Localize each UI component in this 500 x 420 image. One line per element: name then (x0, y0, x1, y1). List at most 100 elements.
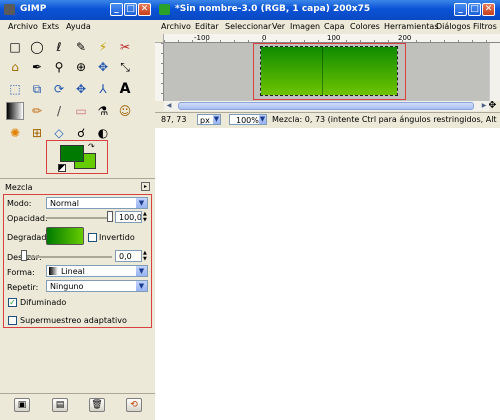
text-icon[interactable]: A (116, 80, 134, 98)
opacity-spin-icon[interactable]: ▲ ▼ (143, 211, 149, 223)
swap-colors-icon[interactable]: ↷ (88, 142, 95, 151)
measure-icon[interactable]: ⊕ (72, 58, 90, 76)
menu-filtros[interactable]: Filtros (473, 22, 497, 31)
tool-grid: □ ◯ ℓ ✎ ⚡ ✂ ⌂ ✒ ⚲ ⊕ ✥ ⤡ ⬚ ⧉ ⟳ ✥ ⅄ A ▣ ✏ … (0, 36, 155, 146)
opacity-label: Opacidad: (7, 214, 48, 223)
minimize-icon[interactable]: _ (110, 3, 123, 16)
options-menu-icon[interactable]: ▸ (141, 182, 150, 191)
ruler-corner[interactable] (155, 34, 164, 43)
menu-exts[interactable]: Exts (42, 22, 59, 31)
scissors-icon[interactable]: ✂ (116, 38, 134, 56)
default-colors-icon[interactable] (58, 164, 66, 172)
color-select-icon[interactable]: ⚡ (94, 38, 112, 56)
gradient-preview-button[interactable] (46, 227, 84, 245)
perspective-icon[interactable]: ✥ (72, 80, 90, 98)
navigate-icon[interactable]: ✥ (488, 101, 500, 111)
eraser-icon[interactable]: ▭ (72, 102, 90, 120)
status-message: Mezcla: 0, 73 (intente Ctrl para ángulos… (272, 115, 498, 124)
mode-label: Modo: (7, 199, 32, 208)
vertical-ruler[interactable] (155, 43, 164, 101)
toolbox-window: GIMP _ □ ✕ Archivo Exts Ayuda □ ◯ ℓ ✎ ⚡ … (0, 0, 155, 420)
delete-options-button[interactable]: 🗑 (89, 398, 105, 412)
paintbrush-icon[interactable]: / (50, 102, 68, 120)
shape-label: Forma: (7, 268, 35, 277)
mode-select[interactable]: Normal ▼ (46, 197, 148, 209)
chevron-down-icon: ▼ (259, 115, 266, 124)
supersample-checkbox[interactable] (8, 316, 17, 325)
airbrush-icon[interactable]: ⚗ (94, 102, 112, 120)
reset-options-button[interactable]: ⟲ (126, 398, 142, 412)
opacity-input[interactable]: 100,0 (115, 211, 142, 223)
unit-select[interactable]: px ▼ (197, 114, 221, 125)
menu-ver[interactable]: Ver (272, 22, 285, 31)
close-icon[interactable]: ✕ (138, 3, 151, 16)
menu-seleccionar[interactable]: Seleccionar (225, 22, 271, 31)
chevron-down-icon: ▼ (136, 281, 147, 291)
gimp-icon (4, 4, 15, 15)
maximize-icon[interactable]: □ (468, 3, 481, 16)
toolbox-menubar: Archivo Exts Ayuda (0, 20, 155, 34)
repeat-select[interactable]: Ninguno ▼ (46, 280, 148, 292)
vertical-scrollbar[interactable] (489, 43, 500, 101)
scroll-left-icon[interactable]: ◀ (164, 101, 174, 111)
options-divider (0, 178, 155, 179)
supersample-label: Supermuestreo adaptativo (20, 316, 127, 325)
menu-archivo[interactable]: Archivo (161, 22, 191, 31)
paths-icon[interactable]: ⌂ (6, 58, 24, 76)
menu-archivo[interactable]: Archivo (8, 22, 38, 31)
toolbox-titlebar[interactable]: GIMP _ □ ✕ (0, 0, 155, 20)
close-icon[interactable]: ✕ (482, 3, 495, 16)
offset-input[interactable]: 0,0 (115, 250, 142, 262)
opacity-slider-track[interactable] (46, 217, 112, 219)
rotate-icon[interactable]: ⬚ (6, 80, 24, 98)
menu-editar[interactable]: Editar (195, 22, 219, 31)
minimize-icon[interactable]: _ (454, 3, 467, 16)
offset-slider-handle[interactable] (21, 250, 27, 261)
clone-icon[interactable]: ☺ (116, 102, 134, 120)
menu-dialogos[interactable]: Diálogos (436, 22, 471, 31)
image-menubar: Archivo Editar Seleccionar Ver Imagen Ca… (155, 20, 500, 34)
opacity-slider-handle[interactable] (107, 211, 113, 222)
lasso-icon[interactable]: ℓ (50, 38, 68, 56)
blend-tool-icon[interactable]: ▣ (6, 102, 24, 120)
restore-options-button[interactable]: ▤ (52, 398, 68, 412)
zoom-icon[interactable]: ⚲ (50, 58, 68, 76)
menu-capa[interactable]: Capa (324, 22, 344, 31)
color-picker-icon[interactable]: ✒ (28, 58, 46, 76)
heal-icon[interactable]: ✺ (6, 124, 24, 142)
scrollbar-thumb[interactable] (178, 102, 474, 110)
scale-icon[interactable]: ⧉ (28, 80, 46, 98)
foreground-color-swatch[interactable] (60, 145, 84, 162)
ruler-tick-label: 100 (327, 34, 341, 42)
shape-select[interactable]: Lineal ▼ (46, 265, 148, 277)
fuzzy-select-icon[interactable]: ✎ (72, 38, 90, 56)
scroll-right-icon[interactable]: ▶ (479, 101, 489, 111)
dither-label: Difuminado (20, 298, 67, 307)
offset-spin-icon[interactable]: ▲ ▼ (143, 250, 149, 262)
gradient-image[interactable] (260, 46, 398, 96)
pointer-coords: 87, 73 (161, 115, 187, 124)
inverted-checkbox[interactable] (88, 233, 97, 242)
menu-imagen[interactable]: Imagen (290, 22, 320, 31)
horizontal-ruler[interactable]: -100 0 100 200 (164, 34, 500, 43)
zoom-select[interactable]: 100% ▼ (229, 114, 267, 125)
menu-colores[interactable]: Colores (350, 22, 380, 31)
chevron-down-icon: ▼ (136, 198, 147, 208)
flip-icon[interactable]: ⅄ (94, 80, 112, 98)
shear-icon[interactable]: ⟳ (50, 80, 68, 98)
crop-icon[interactable]: ⤡ (116, 58, 134, 76)
move-icon[interactable]: ✥ (94, 58, 112, 76)
horizontal-scrollbar[interactable]: ◀ ▶ (164, 101, 489, 111)
rect-select-icon[interactable]: □ (6, 38, 24, 56)
ellipse-select-icon[interactable]: ◯ (28, 38, 46, 56)
maximize-icon[interactable]: □ (124, 3, 137, 16)
dither-checkbox[interactable]: ✓ (8, 298, 17, 307)
image-titlebar[interactable]: *Sin nombre-3.0 (RGB, 1 capa) 200x75 _ □… (155, 0, 500, 20)
save-options-button[interactable]: ▣ (14, 398, 30, 412)
pencil-icon[interactable]: ✏ (28, 102, 46, 120)
image-window-icon (159, 4, 170, 15)
offset-slider-track[interactable] (22, 256, 112, 258)
menu-herramientas[interactable]: Herramientas (384, 22, 439, 31)
perspective-clone-icon[interactable]: ⊞ (28, 124, 46, 142)
menu-ayuda[interactable]: Ayuda (66, 22, 91, 31)
